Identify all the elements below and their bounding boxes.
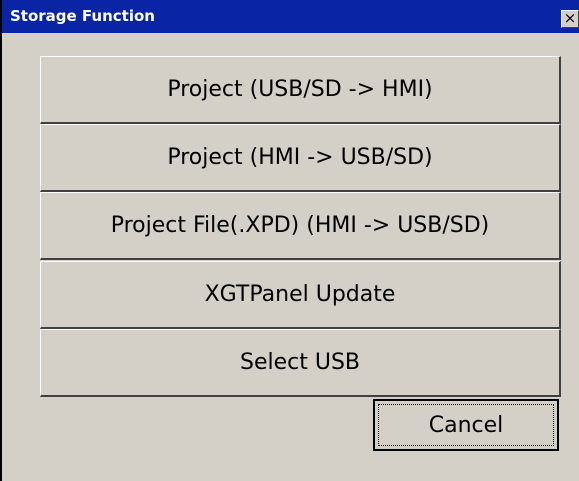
button-label: Project (USB/SD -> HMI) bbox=[167, 77, 433, 102]
project-usb-to-hmi-button[interactable]: Project (USB/SD -> HMI) bbox=[40, 56, 561, 124]
cancel-label: Cancel bbox=[428, 412, 504, 438]
project-hmi-to-usb-button[interactable]: Project (HMI -> USB/SD) bbox=[40, 124, 561, 192]
dialog-title: Storage Function bbox=[10, 7, 155, 25]
button-label: Project (HMI -> USB/SD) bbox=[167, 145, 433, 170]
cancel-button[interactable]: Cancel bbox=[373, 399, 559, 451]
select-usb-button[interactable]: Select USB bbox=[40, 329, 561, 397]
close-icon: × bbox=[563, 10, 577, 27]
button-label: Project File(.XPD) (HMI -> USB/SD) bbox=[110, 213, 490, 238]
project-file-xpd-button[interactable]: Project File(.XPD) (HMI -> USB/SD) bbox=[40, 192, 561, 260]
title-bar: Storage Function × bbox=[2, 0, 579, 33]
close-button[interactable]: × bbox=[561, 10, 579, 28]
button-label: Select USB bbox=[239, 350, 361, 375]
xgtpanel-update-button[interactable]: XGTPanel Update bbox=[40, 261, 561, 329]
storage-function-dialog: Storage Function × Project (USB/SD -> HM… bbox=[0, 0, 579, 481]
button-label: XGTPanel Update bbox=[204, 282, 396, 307]
